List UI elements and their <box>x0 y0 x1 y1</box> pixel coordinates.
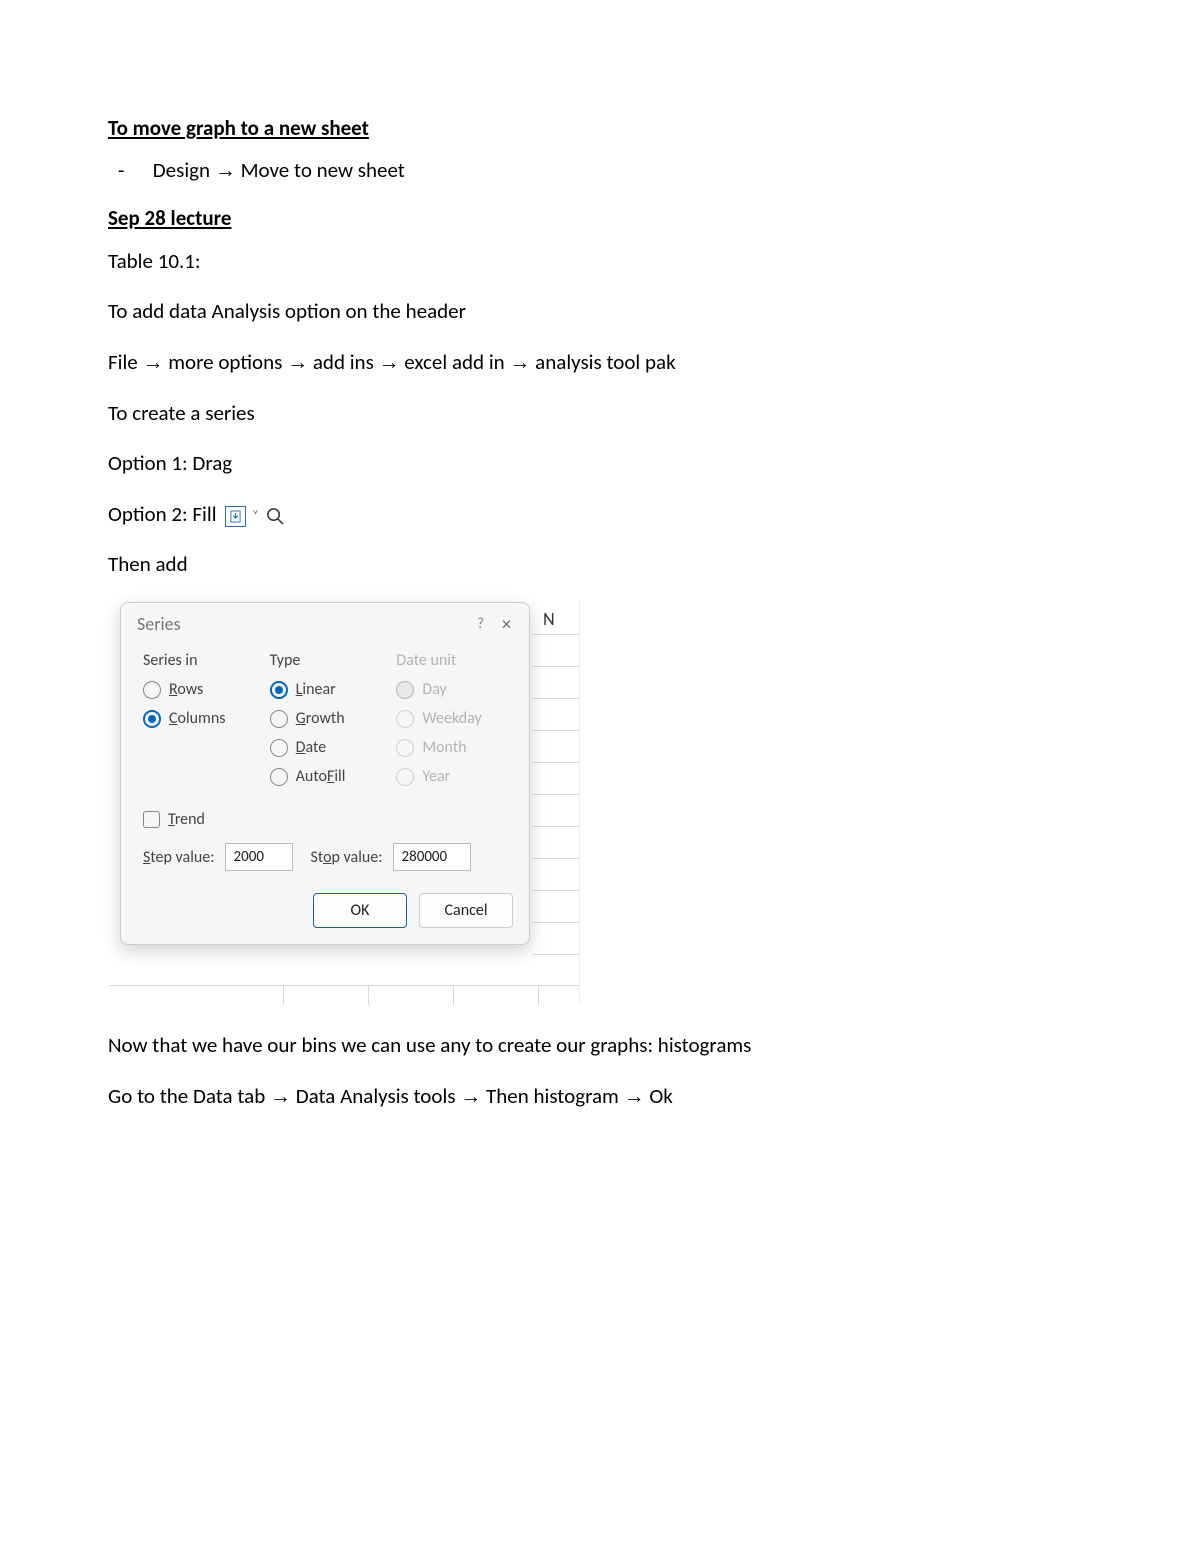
text-design: Design <box>153 157 215 183</box>
radio-label-growth: Growth <box>296 709 345 728</box>
dialog-body: Series in Rows Columns Type <box>121 651 529 893</box>
checkbox-icon <box>143 811 160 828</box>
path-excel-addin: excel add in <box>404 349 509 375</box>
arrow-icon: → <box>215 159 236 182</box>
radio-label-year: Year <box>422 767 450 786</box>
path-analysis-tools: Data Analysis tools <box>296 1083 461 1109</box>
radio-icon <box>143 681 161 699</box>
radio-label-day: Day <box>422 680 446 699</box>
heading-sep28: Sep 28 lecture <box>108 205 1092 231</box>
line-table: Table 10.1: <box>108 247 1092 275</box>
radio-icon <box>270 710 288 728</box>
ok-button[interactable]: OK <box>313 893 407 928</box>
radio-linear[interactable]: Linear <box>270 680 387 699</box>
radio-rows[interactable]: Rows <box>143 680 260 699</box>
line-data-tab-path: Go to the Data tab → Data Analysis tools… <box>108 1082 1092 1111</box>
radio-growth[interactable]: Growth <box>270 709 387 728</box>
dialog-buttons: OK Cancel <box>121 893 529 944</box>
path-addins: add ins <box>313 349 379 375</box>
label-step-value: Step value: <box>143 848 215 867</box>
radio-icon <box>396 710 414 728</box>
line-option1: Option 1: Drag <box>108 449 1092 477</box>
line-then-add: Then add <box>108 550 1092 578</box>
radio-columns[interactable]: Columns <box>143 709 260 728</box>
radio-icon <box>270 739 288 757</box>
text-option2-fill: Option 2: Fill <box>108 501 221 527</box>
radio-icon <box>143 710 161 728</box>
checkbox-label-trend: Trend <box>168 810 205 829</box>
label-date-unit: Date unit <box>396 651 513 670</box>
close-icon[interactable]: × <box>498 613 515 635</box>
arrow-icon: → <box>142 351 163 374</box>
dialog-columns: Series in Rows Columns Type <box>143 651 513 796</box>
fill-down-icon[interactable] <box>225 506 246 527</box>
cancel-button[interactable]: Cancel <box>419 893 513 928</box>
spreadsheet-snippet: N Series ? × <box>108 600 580 1005</box>
group-series-in: Series in Rows Columns <box>143 651 260 796</box>
group-type: Type Linear Growth Date <box>270 651 387 796</box>
path-more: more options <box>168 349 287 375</box>
bullet-design-move: - Design → Move to new sheet <box>108 157 1092 183</box>
arrow-icon: → <box>624 1085 645 1108</box>
arrow-icon: → <box>270 1085 291 1108</box>
bullet-dash: - <box>118 157 148 183</box>
path-file: File <box>108 349 142 375</box>
radio-label-date: Date <box>296 738 327 757</box>
radio-label-rows: Rows <box>169 680 203 699</box>
input-step-value[interactable]: 2000 <box>225 843 293 871</box>
radio-date[interactable]: Date <box>270 738 387 757</box>
arrow-icon: → <box>287 351 308 374</box>
path-ok: Ok <box>649 1083 672 1109</box>
fill-icon-group: ˅ <box>225 505 286 527</box>
radio-month: Month <box>396 738 513 757</box>
dialog-titlebar: Series ? × <box>121 603 529 651</box>
arrow-icon: → <box>509 351 530 374</box>
radio-year: Year <box>396 767 513 786</box>
radio-label-linear: Linear <box>296 680 336 699</box>
radio-icon <box>396 681 414 699</box>
help-button[interactable]: ? <box>463 615 498 633</box>
group-date-unit: Date unit Day Weekday Month <box>396 651 513 796</box>
radio-day: Day <box>396 680 513 699</box>
line-option2: Option 2: Fill ˅ <box>108 500 1092 528</box>
line-create-series: To create a series <box>108 399 1092 427</box>
chevron-down-icon[interactable]: ˅ <box>250 508 260 524</box>
search-icon[interactable] <box>265 505 287 527</box>
document-page: To move graph to a new sheet - Design → … <box>0 0 1200 1553</box>
radio-icon <box>396 768 414 786</box>
text-move-sheet: Move to new sheet <box>241 157 405 183</box>
arrow-icon: → <box>460 1085 481 1108</box>
series-dialog: Series ? × Series in Rows Columns <box>120 602 530 945</box>
radio-label-weekday: Weekday <box>422 709 481 728</box>
line-add-option: To add data Analysis option on the heade… <box>108 297 1092 325</box>
checkbox-trend[interactable]: Trend <box>143 810 513 829</box>
radio-weekday: Weekday <box>396 709 513 728</box>
line-bins: Now that we have our bins we can use any… <box>108 1031 1092 1059</box>
line-file-path: File → more options → add ins → excel ad… <box>108 348 1092 377</box>
radio-icon <box>270 681 288 699</box>
arrow-icon: → <box>379 351 400 374</box>
radio-label-autofill: AutoFill <box>296 767 346 786</box>
radio-icon <box>396 739 414 757</box>
dialog-title: Series <box>137 613 463 635</box>
input-stop-value[interactable]: 280000 <box>393 843 471 871</box>
heading-move-graph: To move graph to a new sheet <box>108 115 1092 141</box>
label-stop-value: Stop value: <box>311 848 383 867</box>
path-data-tab: Go to the Data tab <box>108 1083 270 1109</box>
radio-autofill[interactable]: AutoFill <box>270 767 387 786</box>
label-type: Type <box>270 651 387 670</box>
path-toolpak: analysis tool pak <box>535 349 675 375</box>
radio-icon <box>270 768 288 786</box>
radio-label-month: Month <box>422 738 466 757</box>
value-row: Step value: 2000 Stop value: 280000 <box>143 843 513 871</box>
label-series-in: Series in <box>143 651 260 670</box>
radio-label-columns: Columns <box>169 709 226 728</box>
path-histogram: Then histogram <box>486 1083 624 1109</box>
